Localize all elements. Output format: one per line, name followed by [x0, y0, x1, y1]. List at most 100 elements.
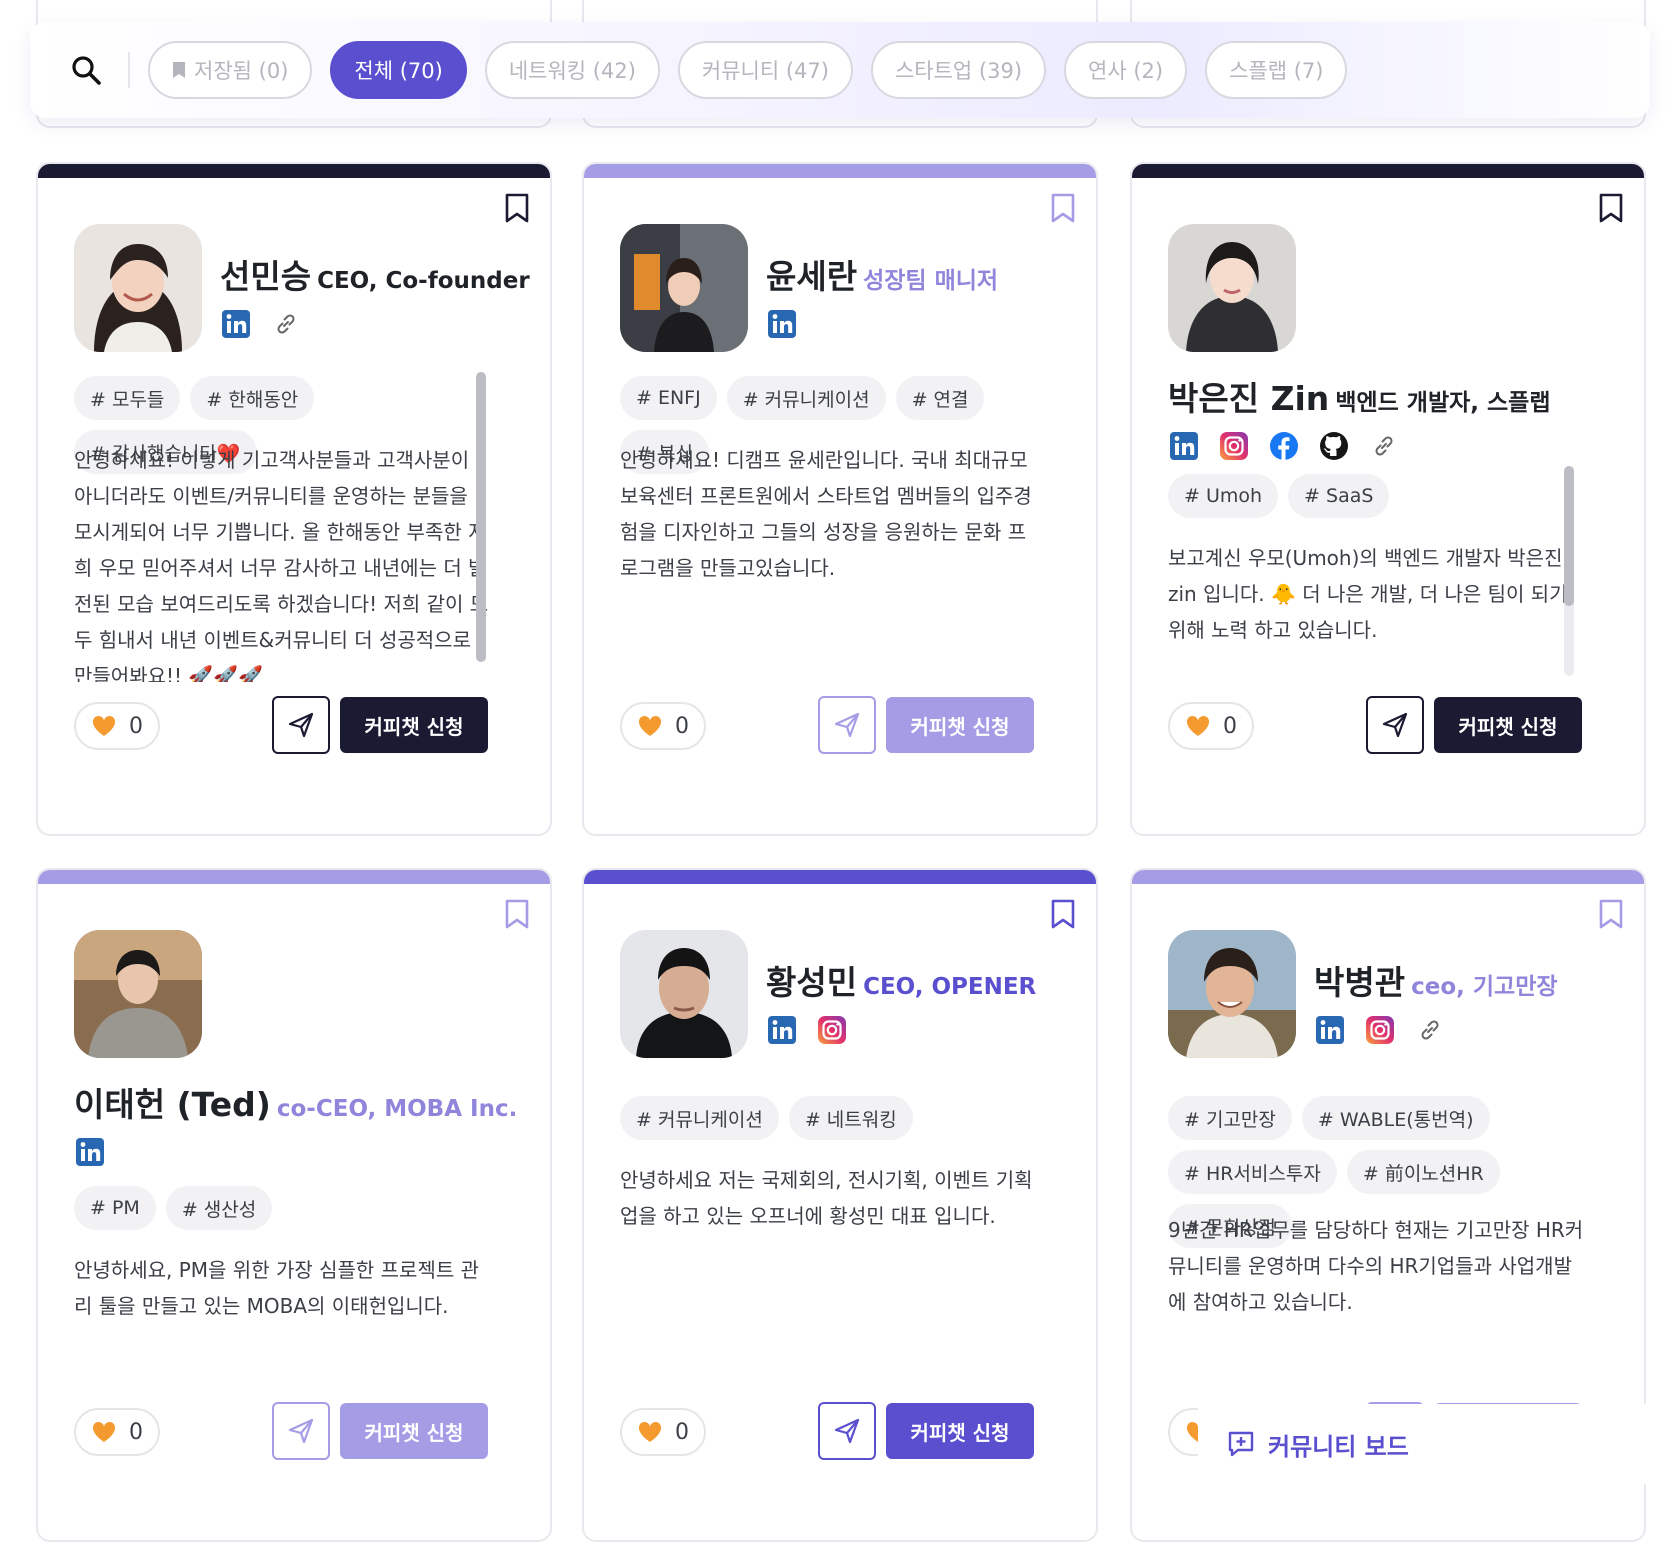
- avatar: [1168, 224, 1296, 352]
- card-accent-bar: [1132, 870, 1644, 884]
- profile-description: 안녕하세요 저는 국제회의, 전시기획, 이벤트 기획업을 하고 있는 오프너에…: [620, 1168, 1033, 1228]
- facebook-icon[interactable]: [1268, 430, 1300, 462]
- filter-splab[interactable]: 스플랩 (7): [1205, 41, 1348, 99]
- tag: # 모두들: [74, 376, 181, 420]
- tag-list: # Umoh # SaaS: [1168, 474, 1584, 518]
- avatar: [620, 930, 748, 1058]
- heart-icon: [638, 1421, 662, 1442]
- search-icon[interactable]: [58, 42, 114, 98]
- like-button[interactable]: 0: [620, 702, 706, 750]
- filter-networking-label: 네트워킹 (42): [508, 59, 636, 83]
- paper-plane-icon: [1382, 712, 1408, 738]
- filter-saved-label: 저장됨 (0): [194, 59, 289, 83]
- profile-header: 황성민 CEO, OPENER: [766, 956, 1076, 1046]
- profile-role: co-CEO, MOBA Inc.: [276, 1096, 518, 1122]
- linkedin-icon[interactable]: [220, 308, 252, 340]
- instagram-icon[interactable]: [1364, 1014, 1396, 1046]
- linkedin-icon[interactable]: [1168, 430, 1200, 462]
- bookmark-icon[interactable]: [1598, 898, 1624, 930]
- tag: # WABLE(통번역): [1301, 1096, 1490, 1140]
- link-icon[interactable]: [270, 308, 302, 340]
- avatar: [1168, 930, 1296, 1058]
- profile-header: 선민승 CEO, Co-founder: [220, 250, 530, 340]
- linkedin-icon[interactable]: [766, 308, 798, 340]
- send-message-button[interactable]: [818, 696, 876, 754]
- like-button[interactable]: 0: [74, 702, 160, 750]
- profile-card: 황성민 CEO, OPENER # 커뮤니케이션 # 네트워킹 안녕하세요 저는 국제회…: [582, 868, 1098, 1542]
- profile-header: 이태헌 (Ted) co-CEO, MOBA Inc.: [74, 1078, 530, 1168]
- profile-description: 안녕하세요, PM을 위한 가장 심플한 프로젝트 관리 툴을 만들고 있는 M…: [74, 1258, 480, 1318]
- profile-name: 박은진 Zin: [1168, 379, 1330, 418]
- link-icon[interactable]: [1368, 430, 1400, 462]
- scrollbar-thumb[interactable]: [1564, 466, 1574, 606]
- social-links: [766, 1014, 1076, 1046]
- link-icon[interactable]: [1414, 1014, 1446, 1046]
- filter-saved[interactable]: 저장됨 (0): [148, 41, 313, 99]
- profile-card: 선민승 CEO, Co-founder # 모두들 # 한해동안 # 감사했습니다❤️ 안…: [36, 162, 552, 836]
- heart-icon: [1186, 715, 1210, 736]
- send-message-button[interactable]: [272, 696, 330, 754]
- tag-list: # PM # 생산성: [74, 1186, 490, 1230]
- profile-description: 보고계신 우모(Umoh)의 백엔드 개발자 박은진 zin 입니다. 🐥 더 …: [1168, 546, 1568, 642]
- tag: # SaaS: [1288, 474, 1390, 518]
- card-accent-bar: [584, 164, 1096, 178]
- chat-add-icon: [1228, 1431, 1254, 1457]
- instagram-icon[interactable]: [1218, 430, 1250, 462]
- like-button[interactable]: 0: [1168, 702, 1254, 750]
- coffee-chat-button[interactable]: 커피챗 신청: [1434, 697, 1582, 753]
- filter-networking[interactable]: 네트워킹 (42): [484, 41, 660, 99]
- instagram-icon[interactable]: [816, 1014, 848, 1046]
- send-message-button[interactable]: [818, 1402, 876, 1460]
- linkedin-icon[interactable]: [766, 1014, 798, 1046]
- scrollbar-thumb[interactable]: [476, 372, 486, 662]
- send-message-button[interactable]: [1366, 696, 1424, 754]
- profile-card: 이태헌 (Ted) co-CEO, MOBA Inc. # PM # 생산성안녕하세요…: [36, 868, 552, 1542]
- filter-community[interactable]: 커뮤니티 (47): [677, 41, 853, 99]
- coffee-chat-button[interactable]: 커피챗 신청: [340, 1403, 488, 1459]
- community-board-button[interactable]: 커뮤니티 보드: [1198, 1404, 1668, 1484]
- heart-icon: [92, 715, 116, 736]
- coffee-chat-button[interactable]: 커피챗 신청: [886, 1403, 1034, 1459]
- card-accent-bar: [38, 870, 550, 884]
- heart-icon: [92, 1421, 116, 1442]
- paper-plane-icon: [288, 1418, 314, 1444]
- like-count: 0: [129, 1419, 143, 1445]
- description-scrollbar[interactable]: [1564, 466, 1574, 676]
- linkedin-icon[interactable]: [1314, 1014, 1346, 1046]
- bookmark-icon[interactable]: [1050, 898, 1076, 930]
- send-message-button[interactable]: [272, 1402, 330, 1460]
- description-scrollbar[interactable]: [476, 372, 486, 662]
- profile-card: 윤세란 성장팀 매니저 # ENFJ # 커뮤니케이션 # 연결 # 복싱 안녕하세요! 디…: [582, 162, 1098, 836]
- filter-bar: 저장됨 (0) 전체 (70) 네트워킹 (42) 커뮤니티 (47) 스타트업…: [30, 22, 1650, 118]
- profile-name: 윤세란: [766, 257, 858, 296]
- avatar: [74, 930, 202, 1058]
- bookmark-icon[interactable]: [1050, 192, 1076, 224]
- tag: # 생산성: [165, 1186, 273, 1230]
- coffee-chat-button[interactable]: 커피챗 신청: [340, 697, 488, 753]
- bookmark-icon[interactable]: [504, 898, 530, 930]
- filter-speaker-label: 연사 (2): [1088, 59, 1164, 83]
- avatar: [620, 224, 748, 352]
- paper-plane-icon: [288, 712, 314, 738]
- like-button[interactable]: 0: [74, 1408, 160, 1456]
- filter-speaker[interactable]: 연사 (2): [1064, 41, 1188, 99]
- like-count: 0: [675, 1419, 689, 1445]
- bookmark-icon[interactable]: [1598, 192, 1624, 224]
- coffee-chat-button[interactable]: 커피챗 신청: [886, 697, 1034, 753]
- card-accent-bar: [584, 870, 1096, 884]
- community-board-label: 커뮤니티 보드: [1268, 1432, 1409, 1461]
- tag: # Umoh: [1168, 474, 1279, 518]
- profile-role: 백엔드 개발자, 스플랩: [1335, 390, 1551, 416]
- bookmark-icon[interactable]: [504, 192, 530, 224]
- github-icon[interactable]: [1318, 430, 1350, 462]
- filter-all[interactable]: 전체 (70): [330, 41, 467, 99]
- like-count: 0: [1223, 713, 1237, 739]
- like-button[interactable]: 0: [620, 1408, 706, 1456]
- linkedin-icon[interactable]: [74, 1136, 106, 1168]
- card-accent-bar: [1132, 164, 1644, 178]
- profile-card: 박은진 Zin 백엔드 개발자, 스플랩 # Umoh # SaaS 보고계신 우모(U…: [1130, 162, 1646, 836]
- filter-startup[interactable]: 스타트업 (39): [870, 41, 1047, 99]
- profile-description: 안녕하세요! 이렇게 기고객사분들과 고객사분이 아니더라도 이벤트/커뮤니티를…: [74, 448, 489, 682]
- profile-header: 윤세란 성장팀 매니저: [766, 250, 1076, 340]
- profile-role: CEO, OPENER: [863, 974, 1037, 1000]
